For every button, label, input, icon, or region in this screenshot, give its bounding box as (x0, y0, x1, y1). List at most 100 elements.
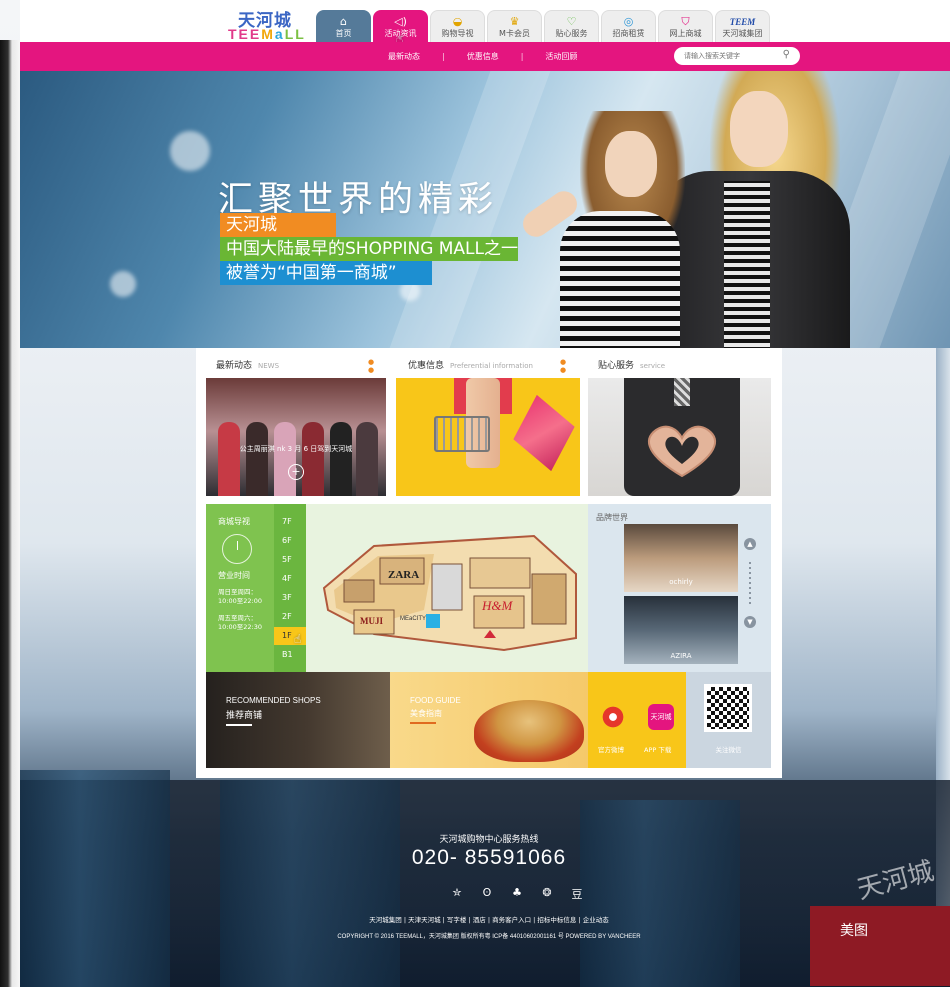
floor-3f[interactable]: 3F (274, 589, 306, 607)
hotline-number[interactable]: 020- 85591066 (20, 846, 950, 870)
floor-b1[interactable]: B1 (274, 646, 306, 664)
recommended-shops-tile[interactable]: RECOMMENDED SHOPS 推荐商铺 (206, 672, 390, 768)
sub-navigation-bar: 最新动态 | 优惠信息 | 活动回顾 ⚲ (20, 42, 950, 71)
floor-6f[interactable]: 6F (274, 532, 306, 550)
bokeh-light (110, 271, 136, 297)
floor-4f[interactable]: 4F (274, 570, 306, 588)
service-header: 贴心服务 service (598, 358, 768, 374)
brand-world-panel: 品牌世界 ochirly AZIRA ▲ ▼ (588, 504, 771, 672)
qr-code-icon (704, 684, 752, 732)
food-guide-tile[interactable]: FOOD GUIDE 美食指南 (390, 672, 588, 768)
plus-icon[interactable]: + (288, 464, 304, 480)
promo-title: 优惠信息 (408, 361, 445, 371)
promo-photo[interactable] (396, 378, 580, 496)
title-underline (410, 722, 436, 724)
map-label-meacity: MEaCITY (400, 616, 426, 622)
tab-home[interactable]: ⌂ 首页 (316, 10, 371, 42)
heart-hands-icon (647, 425, 717, 478)
guide-title: 商城导视 (218, 517, 250, 526)
news-photo[interactable]: 公主周丽淇 nk 3 月 6 日驾到天河城 + (206, 378, 386, 496)
copyright: COPYRIGHT © 2016 TEEMALL，天河城集团 版权所有粤 ICP… (337, 934, 641, 940)
brand-world-title: 品牌世界 (596, 513, 628, 522)
main-tabs: ⌂ 首页 ◁) 活动资讯 ◒ 购物导视 ♛ M卡会员 ♡ 贴心服务 ◎ 招商租赁… (316, 10, 770, 42)
tab-label: 贴心服务 (555, 29, 588, 38)
service-photo[interactable] (588, 378, 771, 496)
tab-label: 天河城集团 (722, 29, 763, 38)
weibo-label[interactable]: 官方微博 (598, 744, 624, 754)
person-silhouette (330, 422, 352, 496)
tab-service[interactable]: ♡ 贴心服务 (544, 10, 599, 42)
hours-title: 营业时间 (218, 571, 250, 580)
footer-links[interactable]: 天河城集团 | 天津天河城 | 写字楼 | 酒店 | 商务客户入口 | 招标中标… (20, 914, 950, 924)
banner-tagline-1: 天河城 (220, 213, 336, 237)
wechat-label[interactable]: 关注微信 (686, 744, 771, 754)
tab-group[interactable]: TEEM 天河城集团 (715, 10, 770, 42)
hours-time: 10:00至22:30 (218, 623, 262, 631)
subnav-promotions[interactable]: 优惠信息 (467, 51, 499, 62)
clock-icon (222, 534, 252, 564)
tab-label: 首页 (335, 29, 352, 38)
service-title: 贴心服务 (598, 361, 635, 371)
building-tower (580, 800, 740, 987)
star-icon[interactable]: ✮ (450, 886, 464, 902)
content-panel: 最新动态 NEWS ● ● 优惠信息 Preferential informat… (196, 348, 782, 778)
wechat-tile: 关注微信 (686, 672, 771, 768)
tab-label: 网上商城 (669, 29, 702, 38)
tab-online-mall[interactable]: ⛉ 网上商城 (658, 10, 713, 42)
more-dots[interactable]: ● ● (560, 358, 578, 374)
wechat-icon[interactable]: ❂ (540, 886, 554, 902)
service-subtitle: service (640, 362, 666, 370)
teem-logo-icon: TEEM (729, 17, 756, 27)
mouse-cursor: ☝ (294, 632, 302, 646)
floor-map[interactable]: ZARA MUJI H&M MEaCITY (314, 518, 584, 660)
tab-label: M卡会员 (499, 29, 530, 38)
brand-photo-azira[interactable]: AZIRA (624, 596, 738, 664)
heart-icon: ♡ (566, 15, 577, 28)
subnav-latest-news[interactable]: 最新动态 (388, 51, 420, 62)
subnav-event-review[interactable]: 活动回顾 (545, 51, 577, 62)
app-download-label[interactable]: APP 下载 (644, 744, 671, 754)
news-subtitle: NEWS (258, 362, 280, 370)
hours-time: 10:00至22:00 (218, 597, 262, 605)
person-silhouette (218, 422, 240, 496)
douban-icon[interactable]: 豆 (570, 886, 584, 902)
hero-banner[interactable]: 汇聚世界的精彩 天河城 中国大陆最早的SHOPPING MALL之一 被誉为“中… (20, 71, 950, 348)
model-2-face (730, 91, 788, 167)
search-input[interactable] (684, 50, 770, 62)
bokeh-light (170, 131, 210, 171)
weibo-icon[interactable]: ʘ (480, 886, 494, 902)
tab-leasing[interactable]: ◎ 招商租赁 (601, 10, 656, 42)
guide-info-column: 商城导视 营业时间 周日至周四： 10:00至22:00 周五至周六： 10:0… (206, 504, 274, 672)
map-label-muji: MUJI (360, 616, 383, 626)
logo-english: TEEMaLL (228, 26, 306, 42)
separator: | (520, 52, 524, 61)
brand-photo-ochirly[interactable]: ochirly (624, 524, 738, 592)
speaker-icon: ◁) (394, 15, 407, 28)
news-title: 最新动态 (216, 361, 253, 371)
person-silhouette (356, 422, 378, 496)
search-icon[interactable]: ⚲ (783, 49, 790, 60)
map-label-zara: ZARA (388, 569, 419, 581)
scroll-down-button[interactable]: ▼ (744, 616, 756, 628)
map-label-hm: H&M (481, 598, 514, 613)
footer-social-icons: ✮ ʘ ♣ ❂ 豆 (450, 886, 584, 902)
recommended-title-en: RECOMMENDED SHOPS (226, 696, 321, 705)
shopping-guide-panel: 商城导视 营业时间 周日至周四： 10:00至22:00 周五至周六： 10:0… (206, 504, 589, 672)
tab-shopping-guide[interactable]: ◒ 购物导视 (430, 10, 485, 42)
person-silhouette (302, 422, 324, 496)
tab-m-card[interactable]: ♛ M卡会员 (487, 10, 542, 42)
top-navigation: 天河城 TEEMaLL ⌂ 首页 ◁) 活动资讯 ◒ 购物导视 ♛ M卡会员 ♡… (20, 0, 950, 42)
recommended-title-cn: 推荐商铺 (226, 711, 263, 721)
app-icon[interactable]: 天河城 (648, 704, 674, 730)
floor-5f[interactable]: 5F (274, 551, 306, 569)
scroll-up-button[interactable]: ▲ (744, 538, 756, 550)
more-dots[interactable]: ● ● (368, 358, 386, 374)
floor-2f[interactable]: 2F (274, 608, 306, 626)
weibo-icon[interactable] (600, 704, 626, 730)
floor-7f[interactable]: 7F (274, 513, 306, 531)
social-tile: 天河城 官方微博 APP 下载 (588, 672, 686, 768)
sub-navigation-links: 最新动态 | 优惠信息 | 活动回顾 (388, 51, 577, 62)
teemall-logo[interactable]: 天河城 TEEMaLL (226, 6, 306, 42)
tab-label: 招商租赁 (612, 29, 645, 38)
qq-icon[interactable]: ♣ (510, 886, 524, 902)
